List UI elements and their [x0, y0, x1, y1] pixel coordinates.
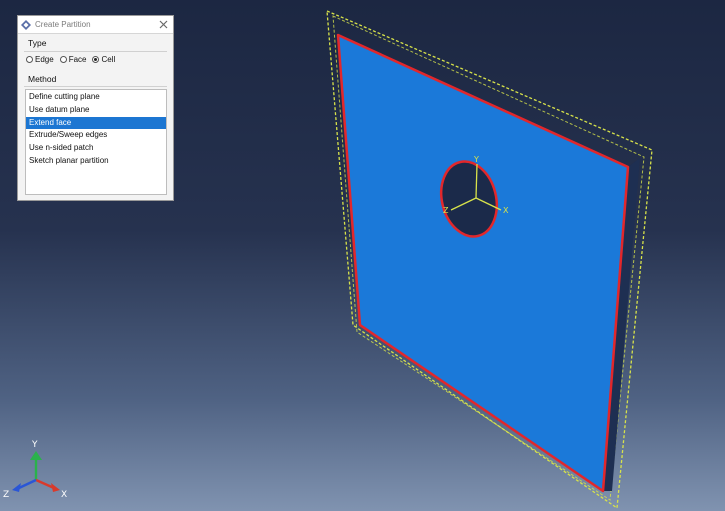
radio-label: Cell — [101, 55, 116, 64]
method-group-divider — [24, 86, 167, 87]
radio-unchecked-icon — [59, 56, 67, 63]
method-group-label: Method — [28, 74, 57, 84]
radio-label: Edge — [35, 55, 54, 64]
abaqus-icon — [21, 19, 31, 30]
close-icon[interactable] — [158, 19, 169, 30]
type-radio-face[interactable]: Face — [59, 55, 87, 64]
radio-label: Face — [68, 55, 87, 64]
radio-unchecked-icon — [26, 56, 33, 63]
radio-checked-icon — [92, 56, 100, 63]
dialog-title: Create Partition — [35, 20, 91, 29]
method-item-use-datum-plane[interactable]: Use datum plane — [26, 104, 166, 117]
method-list[interactable]: Define cutting plane Use datum plane Ext… — [25, 89, 167, 195]
hole-csys-z-label: Z — [443, 206, 449, 215]
method-item-sketch-planar-partition[interactable]: Sketch planar partition — [26, 155, 166, 168]
triad-z-label: Z — [3, 490, 9, 500]
type-radio-edge[interactable]: Edge — [26, 55, 54, 64]
triad-x-label: X — [61, 490, 67, 500]
type-group-label: Type — [28, 38, 47, 48]
type-group-divider — [24, 51, 167, 52]
plate-face[interactable] — [336, 33, 630, 493]
type-radio-group: Edge Face Cell — [26, 55, 115, 64]
create-partition-dialog: Create Partition Type Edge Face Cell Met… — [17, 15, 174, 201]
dialog-titlebar[interactable]: Create Partition — [18, 16, 173, 34]
method-item-define-cutting-plane[interactable]: Define cutting plane — [26, 91, 166, 104]
method-item-use-n-sided-patch[interactable]: Use n-sided patch — [26, 142, 166, 155]
triad-y-label: Y — [31, 440, 38, 450]
hole-csys-x-label: X — [503, 206, 509, 215]
method-item-extend-face[interactable]: Extend face — [26, 116, 166, 130]
global-triad — [12, 451, 60, 492]
method-item-extrude-sweep-edges[interactable]: Extrude/Sweep edges — [26, 129, 166, 142]
type-radio-cell[interactable]: Cell — [92, 55, 115, 64]
hole-csys-y-label: Y — [473, 155, 479, 164]
